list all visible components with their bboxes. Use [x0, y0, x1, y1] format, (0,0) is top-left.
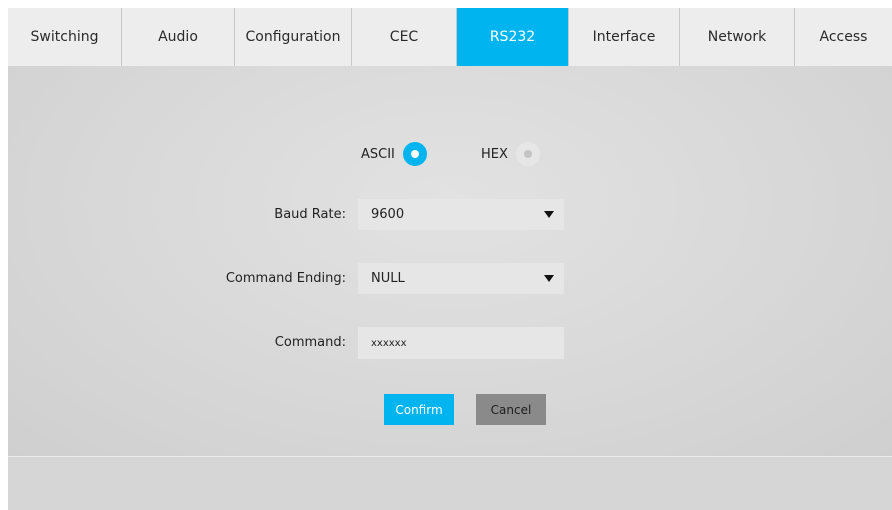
radio-selected-dot-icon	[410, 150, 419, 158]
command-ending-label: Command Ending:	[225, 271, 346, 286]
tab-cec[interactable]: CEC	[352, 8, 457, 66]
command-ending-value: NULL	[371, 271, 405, 286]
dropdown-arrow-icon	[544, 275, 554, 282]
command-value: xxxxxx	[371, 337, 407, 349]
baud-rate-value: 9600	[371, 207, 405, 222]
hex-option: HEX	[481, 142, 540, 166]
tab-bar: Switching Audio Configuration CEC RS232 …	[8, 8, 892, 66]
tab-access[interactable]: Access	[795, 8, 892, 66]
command-input[interactable]: xxxxxx	[358, 327, 564, 359]
footer-area	[8, 457, 892, 510]
tab-interface[interactable]: Interface	[569, 8, 680, 66]
app-frame: Switching Audio Configuration CEC RS232 …	[8, 8, 892, 510]
ascii-option: ASCII	[361, 142, 427, 166]
tab-network[interactable]: Network	[680, 8, 795, 66]
dropdown-arrow-icon	[544, 211, 554, 218]
hex-label: HEX	[481, 146, 508, 162]
hex-radio[interactable]	[515, 142, 540, 166]
tab-rs232[interactable]: RS232	[457, 8, 569, 66]
tab-audio[interactable]: Audio	[122, 8, 235, 66]
baud-rate-label: Baud Rate:	[274, 207, 346, 222]
confirm-button[interactable]: Confirm	[384, 394, 454, 425]
command-ending-select[interactable]: NULL	[358, 263, 564, 294]
ascii-radio[interactable]	[402, 142, 427, 166]
radio-unselected-dot-icon	[523, 150, 532, 158]
tab-switching[interactable]: Switching	[8, 8, 122, 66]
ascii-label: ASCII	[361, 146, 395, 162]
baud-rate-select[interactable]: 9600	[358, 199, 564, 230]
cancel-button[interactable]: Cancel	[476, 394, 546, 425]
tab-configuration[interactable]: Configuration	[235, 8, 352, 66]
command-label: Command:	[274, 335, 346, 350]
